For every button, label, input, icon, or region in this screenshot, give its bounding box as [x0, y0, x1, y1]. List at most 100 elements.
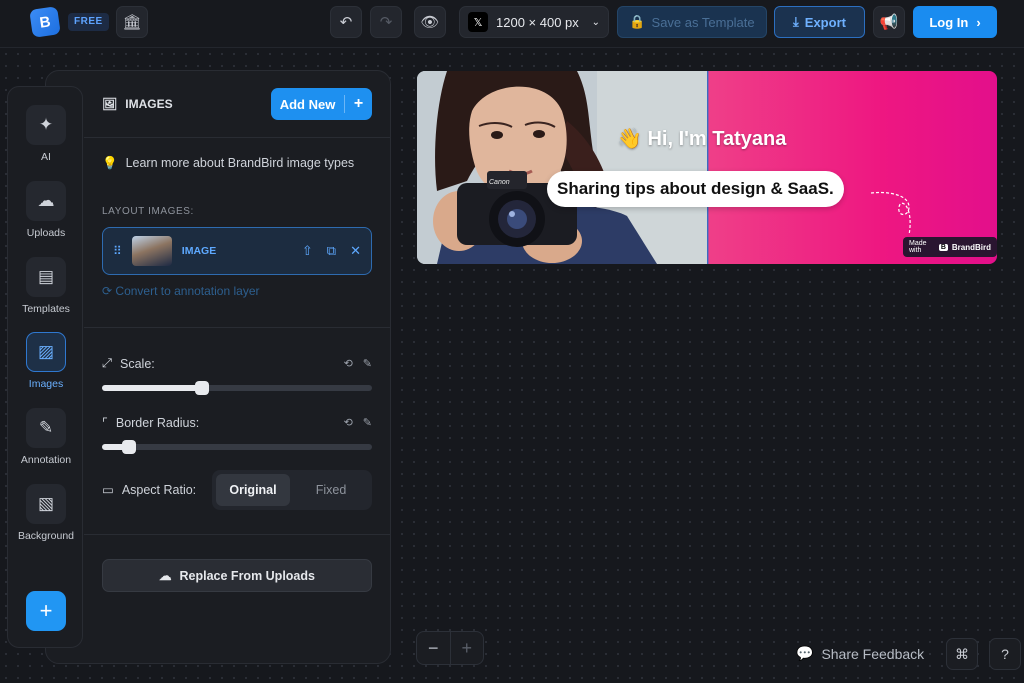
- layer-thumbnail: [131, 236, 172, 266]
- border-radius-row: ⌜ Border Radius: ⟲ ✎: [102, 415, 372, 431]
- brand-name: BrandBird: [951, 242, 991, 252]
- zoom-in-button[interactable]: +: [449, 632, 484, 664]
- zoom-out-button[interactable]: −: [417, 632, 450, 664]
- image-layer-card[interactable]: ⠿ IMAGE ⇧ ⧉ ✕: [102, 227, 372, 275]
- preview-button[interactable]: 👁: [414, 6, 446, 38]
- undo-icon: ↶: [339, 14, 353, 31]
- banner-photo[interactable]: Canon: [417, 71, 707, 264]
- cloud-upload-icon: ☁: [26, 181, 66, 221]
- save-as-template-button[interactable]: 🔒 Save as Template: [617, 6, 767, 38]
- redo-icon: ↷: [379, 14, 393, 31]
- scale-slider[interactable]: [102, 381, 372, 395]
- rail-item-uploads[interactable]: ☁ Uploads: [8, 181, 84, 239]
- scale-slider-handle[interactable]: [194, 381, 209, 395]
- learn-more-text: Learn more about BrandBird image types: [125, 156, 355, 170]
- learn-more-link[interactable]: 💡 Learn more about BrandBird image types: [102, 156, 354, 171]
- reset-icon[interactable]: ⟲: [344, 416, 353, 429]
- border-radius-slider-handle[interactable]: [122, 440, 136, 454]
- rail-label: AI: [41, 151, 51, 163]
- rail-label: Uploads: [26, 227, 66, 239]
- share-feedback-button[interactable]: 💬 Share Feedback: [796, 645, 924, 662]
- cloud-upload-icon: ☁: [159, 569, 172, 583]
- images-panel: 🖼 IMAGES Add New + 💡 Learn more about Br…: [45, 70, 391, 664]
- plus-icon: +: [461, 637, 472, 658]
- rail-label: Templates: [22, 303, 70, 315]
- banner-tagline[interactable]: Sharing tips about design & SaaS.: [547, 171, 844, 207]
- highlighter-icon: ✎: [26, 408, 66, 448]
- convert-text: Convert to annotation layer: [115, 284, 260, 298]
- banner-greeting[interactable]: 👋 Hi, I'm Tatyana: [617, 126, 786, 151]
- canvas-banner[interactable]: Canon 👋 Hi, I'm Tatyana Sharing tips abo…: [417, 71, 997, 264]
- plan-badge: FREE: [68, 13, 109, 31]
- lightbulb-icon: 💡: [102, 156, 118, 170]
- illustrated-woman-with-camera: Canon: [417, 71, 707, 264]
- download-icon: ⤓: [793, 14, 799, 29]
- export-button[interactable]: ⤓ Export: [774, 6, 865, 38]
- edit-icon[interactable]: ✎: [363, 357, 372, 370]
- border-radius-slider[interactable]: [102, 440, 372, 454]
- redo-button[interactable]: ↷: [370, 6, 402, 38]
- megaphone-icon: 📢: [879, 14, 899, 31]
- corner-icon: ⌜: [102, 416, 108, 430]
- rail-item-annotation[interactable]: ✎ Annotation: [8, 408, 84, 466]
- templates-icon: ▤: [26, 257, 66, 297]
- drag-handle-icon[interactable]: ⠿: [113, 244, 122, 258]
- layout-images-heading: LAYOUT IMAGES:: [102, 206, 194, 217]
- announcements-button[interactable]: 📢: [873, 6, 905, 38]
- rail-item-background[interactable]: ▧ Background: [8, 484, 84, 542]
- command-icon: ⌘: [955, 645, 969, 662]
- convert-to-annotation-link[interactable]: ⟳ Convert to annotation layer: [102, 284, 260, 298]
- rail-item-ai[interactable]: ✦ AI: [8, 105, 84, 163]
- plus-icon: +: [39, 598, 53, 623]
- aspect-ratio-row: ▭ Aspect Ratio:: [102, 482, 212, 498]
- canvas-size-value: 1200 × 400 px: [496, 14, 579, 30]
- scale-label: Scale:: [120, 356, 155, 371]
- keyboard-shortcuts-button[interactable]: ⌘: [946, 638, 978, 670]
- brand-kit-button[interactable]: 🏛: [116, 6, 148, 38]
- help-button[interactable]: ?: [989, 638, 1021, 670]
- rail-item-images[interactable]: ▨ Images: [8, 332, 84, 390]
- aspect-ratio-toggle: Original Fixed: [212, 470, 372, 510]
- refresh-icon: ⟳: [102, 284, 113, 298]
- share-feedback-label: Share Feedback: [821, 645, 925, 662]
- login-button[interactable]: Log In ›: [913, 6, 997, 38]
- duplicate-icon[interactable]: ⧉: [327, 243, 336, 259]
- scale-slider-fill: [102, 385, 202, 391]
- close-icon[interactable]: ✕: [350, 243, 361, 259]
- rail-item-templates[interactable]: ▤ Templates: [8, 257, 84, 315]
- minus-icon: −: [427, 637, 439, 658]
- aspect-option-fixed[interactable]: Fixed: [294, 474, 368, 506]
- made-with-badge: Made with B BrandBird: [903, 237, 997, 257]
- edit-icon[interactable]: ✎: [363, 416, 372, 429]
- chevron-right-icon: ›: [976, 14, 981, 30]
- replace-from-uploads-button[interactable]: ☁ Replace From Uploads: [102, 559, 372, 592]
- undo-button[interactable]: ↶: [330, 6, 362, 38]
- replace-label: Replace From Uploads: [179, 568, 315, 583]
- plus-icon: +: [344, 95, 372, 113]
- border-radius-label: Border Radius:: [115, 415, 200, 430]
- stripes-icon: ▧: [26, 484, 66, 524]
- reset-icon[interactable]: ⟲: [344, 357, 353, 370]
- question-icon: ?: [1001, 646, 1009, 662]
- image-icon: ▨: [26, 332, 66, 372]
- canvas-size-select[interactable]: 𝕏 1200 × 400 px ⌄: [459, 6, 609, 38]
- top-bar: B FREE 🏛 ↶ ↷ 👁 𝕏 1200 × 400 px ⌄ 🔒 Save …: [0, 0, 1024, 48]
- image-icon: 🖼: [102, 97, 118, 111]
- upload-icon[interactable]: ⇧: [302, 243, 313, 259]
- add-new-button[interactable]: Add New +: [271, 88, 372, 120]
- add-element-button[interactable]: +: [26, 591, 66, 631]
- login-label: Log In: [929, 14, 969, 30]
- aspect-option-original[interactable]: Original: [216, 474, 290, 506]
- divider: [84, 327, 390, 328]
- brandbird-logo[interactable]: B: [29, 6, 61, 38]
- x-logo-icon: 𝕏: [468, 12, 488, 32]
- tool-rail: ✦ AI ☁ Uploads ▤ Templates ▨ Images ✎ An…: [7, 86, 83, 648]
- zoom-controls: − +: [416, 631, 484, 665]
- dashed-arrow-decoration: [870, 191, 911, 236]
- divider: [84, 137, 390, 138]
- resize-icon: ⤢: [102, 356, 113, 370]
- building-icon: 🏛: [122, 14, 142, 31]
- brandbird-mini-logo-icon: B: [938, 243, 948, 251]
- chat-icon: 💬: [796, 645, 814, 661]
- camera-brand-text: Canon: [489, 179, 510, 186]
